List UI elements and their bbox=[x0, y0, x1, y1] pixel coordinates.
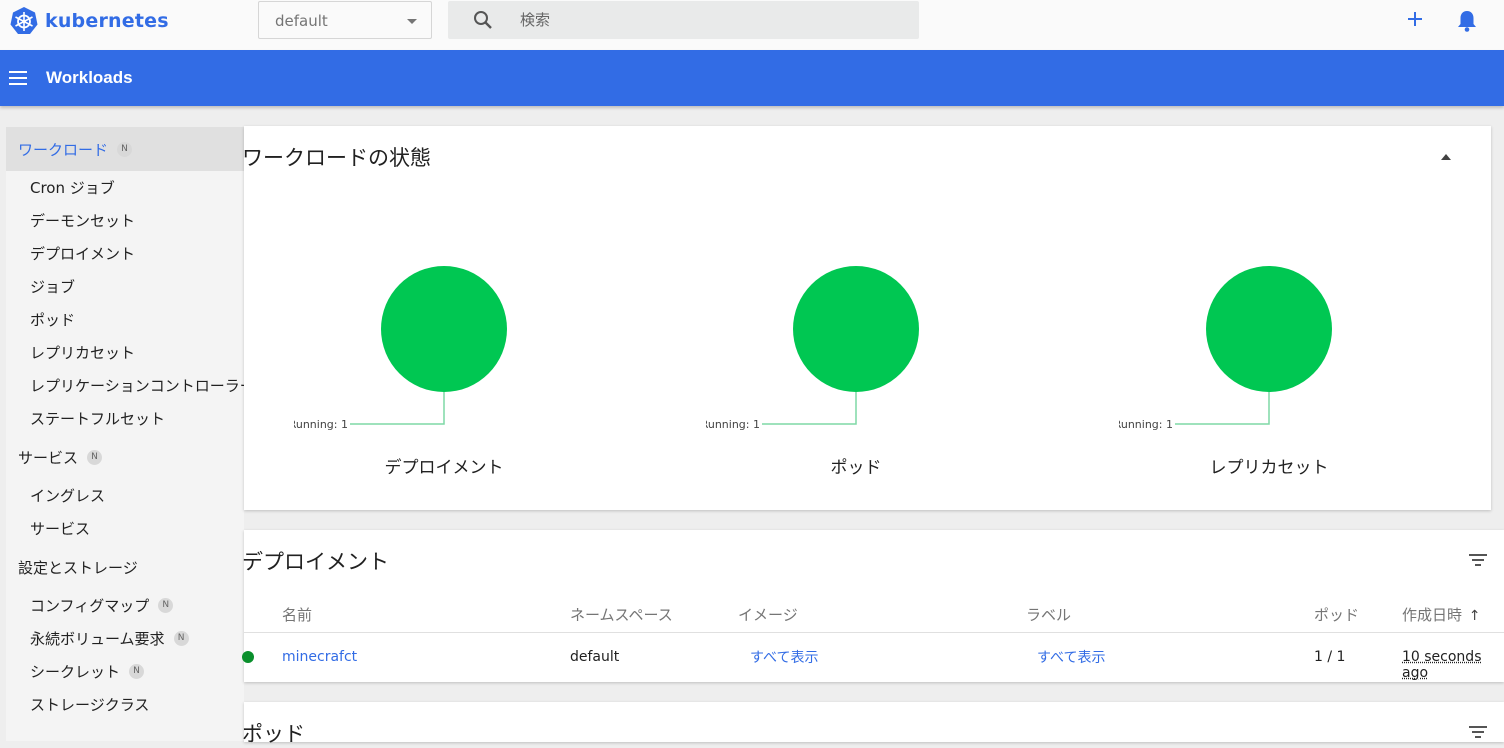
search-bar[interactable] bbox=[448, 1, 919, 39]
namespace-select[interactable]: default bbox=[258, 1, 432, 39]
namespaced-badge: N bbox=[129, 664, 145, 679]
column-header-labels: ラベル bbox=[1026, 606, 1072, 624]
show-all-labels-link[interactable]: すべて表示 bbox=[1037, 647, 1105, 667]
sidebar-item-jobs[interactable]: ジョブ bbox=[6, 270, 244, 303]
sidebar-item-storageclasses[interactable]: ストレージクラス bbox=[6, 688, 244, 721]
leader-line bbox=[762, 392, 857, 425]
pie-chart: Running: 1 bbox=[1114, 266, 1332, 431]
sidebar-item-replicationcontrollers[interactable]: レプリケーションコントローラー bbox=[6, 369, 244, 402]
sidebar-item-deployments[interactable]: デプロイメント bbox=[6, 237, 244, 270]
chart-label: レプリカセット bbox=[1209, 458, 1329, 478]
sidebar-item-pvcs[interactable]: 永続ボリューム要求 N bbox=[6, 622, 244, 655]
plus-icon bbox=[1408, 12, 1422, 26]
leader-line bbox=[350, 392, 445, 425]
column-header-pods: ポッド bbox=[1314, 606, 1360, 624]
search-icon bbox=[474, 11, 492, 29]
search-input[interactable] bbox=[520, 9, 900, 31]
sidebar-item-cronjobs[interactable]: Cron ジョブ bbox=[6, 171, 244, 204]
sidebar-item-ingresses[interactable]: イングレス bbox=[6, 479, 244, 512]
created-cell: 10 seconds ago bbox=[1402, 649, 1482, 681]
title-bar: Workloads bbox=[0, 50, 1504, 106]
running-count-label: Running: 1 bbox=[1119, 418, 1173, 431]
sidebar-item-replicasets[interactable]: レプリカセット bbox=[6, 336, 244, 369]
running-status-icon bbox=[242, 651, 254, 663]
running-slice bbox=[793, 266, 919, 392]
divider bbox=[244, 632, 1504, 633]
show-all-images-link[interactable]: すべて表示 bbox=[750, 647, 818, 667]
sidebar-group-workloads[interactable]: ワークロード N bbox=[6, 127, 244, 171]
pie-chart: Running: 1 bbox=[289, 266, 507, 431]
collapse-icon[interactable] bbox=[1441, 154, 1451, 160]
kubernetes-logo[interactable]: kubernetes bbox=[9, 6, 169, 36]
sidebar: ワークロード N Cron ジョブ デーモンセット デプロイメント ジョブ ポッ… bbox=[6, 127, 244, 741]
deployments-status-chart[interactable]: Running: 1 デプロイメント bbox=[289, 126, 594, 510]
notifications-button[interactable] bbox=[1456, 9, 1478, 37]
sidebar-item-label: シークレット bbox=[30, 663, 121, 681]
filter-icon[interactable] bbox=[1469, 554, 1487, 569]
namespaced-badge: N bbox=[87, 449, 103, 465]
column-header-label: 作成日時 bbox=[1402, 606, 1463, 624]
deployment-name-link[interactable]: minecrafct bbox=[282, 649, 357, 665]
pie-chart: Running: 1 bbox=[701, 266, 919, 431]
sidebar-item-label: 永続ボリューム要求 bbox=[30, 630, 165, 648]
sidebar-group-label: 設定とストレージ bbox=[18, 558, 138, 577]
card-title: デプロイメント bbox=[242, 550, 389, 574]
sidebar-item-statefulsets[interactable]: ステートフルセット bbox=[6, 402, 244, 435]
workload-status-card: ワークロードの状態 Running: 1 デプロイメント Running: 1 … bbox=[242, 126, 1491, 510]
sidebar-item-label: ストレージクラス bbox=[30, 696, 150, 714]
top-bar: kubernetes default bbox=[0, 0, 1504, 50]
deployments-card: デプロイメント 名前 ネームスペース イメージ ラベル ポッド 作成日時 ↑ m… bbox=[242, 530, 1504, 682]
filter-icon[interactable] bbox=[1469, 726, 1487, 741]
brand-name: kubernetes bbox=[45, 10, 169, 32]
namespaced-badge: N bbox=[173, 631, 189, 646]
chart-label: ポッド bbox=[830, 458, 882, 478]
card-title: ポッド bbox=[242, 722, 305, 746]
sidebar-item-daemonsets[interactable]: デーモンセット bbox=[6, 204, 244, 237]
create-button[interactable] bbox=[1405, 8, 1425, 32]
sidebar-item-services[interactable]: サービス bbox=[6, 512, 244, 545]
namespace-cell: default bbox=[570, 649, 620, 665]
caret-down-icon bbox=[407, 19, 417, 24]
pods-cell: 1 / 1 bbox=[1314, 649, 1346, 665]
page-title: Workloads bbox=[46, 68, 133, 87]
column-header-name[interactable]: 名前 bbox=[282, 604, 312, 625]
running-count-label: Running: 1 bbox=[706, 418, 760, 431]
leader-line bbox=[1175, 392, 1270, 425]
chart-label: デプロイメント bbox=[384, 458, 504, 478]
column-header-images: イメージ bbox=[738, 606, 798, 624]
running-count-label: Running: 1 bbox=[294, 418, 348, 431]
running-slice bbox=[1206, 266, 1332, 392]
namespaced-badge: N bbox=[117, 141, 133, 157]
column-header-created[interactable]: 作成日時 ↑ bbox=[1402, 604, 1481, 625]
sidebar-item-secrets[interactable]: シークレット N bbox=[6, 655, 244, 688]
namespace-value: default bbox=[275, 12, 328, 30]
hamburger-menu-icon[interactable] bbox=[9, 71, 27, 89]
sidebar-item-label: コンフィグマップ bbox=[30, 597, 150, 615]
replicasets-status-chart[interactable]: Running: 1 レプリカセット bbox=[1114, 126, 1419, 510]
column-header-namespace[interactable]: ネームスペース bbox=[570, 604, 673, 625]
pods-card: ポッド bbox=[242, 702, 1504, 746]
sidebar-group-services[interactable]: サービス N bbox=[6, 435, 244, 479]
arrow-up-icon: ↑ bbox=[1468, 608, 1481, 624]
sidebar-group-config-storage[interactable]: 設定とストレージ bbox=[6, 545, 244, 589]
bell-icon bbox=[1458, 11, 1476, 32]
sidebar-group-label: サービス bbox=[18, 448, 79, 467]
sidebar-item-pods[interactable]: ポッド bbox=[6, 303, 244, 336]
running-slice bbox=[381, 266, 507, 392]
kubernetes-helm-icon bbox=[10, 7, 38, 34]
pods-status-chart[interactable]: Running: 1 ポッド bbox=[701, 126, 1006, 510]
namespaced-badge: N bbox=[158, 598, 174, 613]
sidebar-group-label: ワークロード bbox=[18, 140, 109, 159]
sidebar-item-configmaps[interactable]: コンフィグマップ N bbox=[6, 589, 244, 622]
